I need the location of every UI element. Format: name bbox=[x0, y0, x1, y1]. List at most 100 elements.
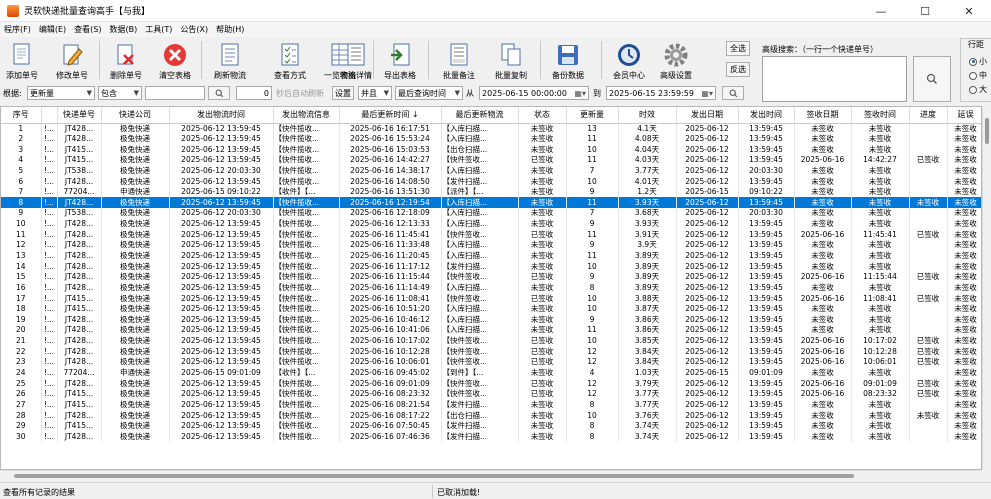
settings-button[interactable]: 设置 bbox=[332, 86, 354, 100]
row-height-large-radio[interactable]: 大 bbox=[969, 84, 987, 95]
table-row[interactable]: 16!... JT428... 极兔快递 2025-06-12 13:59:45 【快件… bbox=[1, 282, 981, 294]
table-cell: 2025-06-12 13:59:45 bbox=[169, 133, 274, 145]
table-row[interactable]: 27!... JT415... 极兔快递 2025-06-12 13:59:45 【快件… bbox=[1, 399, 981, 411]
filter-value-input[interactable] bbox=[145, 86, 205, 100]
table-row[interactable]: 13!... JT428... 极兔快递 2025-06-12 13:59:45 【快件… bbox=[1, 250, 981, 262]
table-row[interactable]: 9!... JT538... 极兔快递 2025-06-12 20:03:30 【快件揽… bbox=[1, 208, 981, 219]
column-header[interactable] bbox=[41, 107, 58, 124]
advanced-settings-button[interactable]: 高级设置 bbox=[656, 39, 696, 81]
table-row[interactable]: 4!... JT415... 极兔快递 2025-06-12 13:59:45 【快件揽… bbox=[1, 154, 981, 166]
table-cell: 2025-06-12 13:59:45 bbox=[169, 357, 274, 368]
maximize-button[interactable]: ☐ bbox=[903, 0, 947, 22]
clear-icon bbox=[164, 44, 186, 66]
table-cell: 08:23:32 bbox=[851, 389, 910, 400]
table-row[interactable]: 3!... JT415... 极兔快递 2025-06-12 13:59:45 【快件揽… bbox=[1, 144, 981, 155]
select-all-button[interactable]: 全选 bbox=[726, 41, 750, 56]
column-header[interactable]: 签收日期 bbox=[794, 107, 852, 124]
filter-operator-select[interactable]: 包含 ▼ bbox=[98, 86, 142, 100]
column-header[interactable]: 时效 bbox=[618, 107, 677, 124]
table-row[interactable]: 18!... JT415... 极兔快递 2025-06-12 13:59:45 【快件… bbox=[1, 303, 981, 315]
batch-copy-button[interactable]: 批量复制 bbox=[489, 39, 533, 81]
backup-data-button[interactable]: 备份数据 bbox=[546, 39, 590, 81]
table-cell: 13:59:45 bbox=[738, 325, 795, 336]
table-row[interactable]: 28!... JT428... 极兔快递 2025-06-12 13:59:45 【快件… bbox=[1, 410, 981, 421]
table-row[interactable]: 2!... JT428... 极兔快递 2025-06-12 13:59:45 【快件揽… bbox=[1, 133, 981, 145]
column-header[interactable]: 最后更新时间 ↓ bbox=[339, 107, 442, 124]
view-mode-button[interactable]: 查看方式 bbox=[268, 39, 312, 81]
table-row[interactable]: 21!... JT428... 极兔快递 2025-06-12 13:59:45 【快件… bbox=[1, 335, 981, 347]
advanced-search-label: 高级搜索：（一行一个快递单号） bbox=[762, 45, 878, 54]
table-cell: 20:03:30 bbox=[738, 165, 795, 177]
table-row[interactable]: 14!... JT428... 极兔快递 2025-06-12 13:59:45 【快件… bbox=[1, 261, 981, 272]
column-header[interactable]: 快递单号 bbox=[57, 107, 102, 124]
table-row[interactable]: 19!... JT428... 极兔快递 2025-06-12 13:59:45 【快件… bbox=[1, 314, 981, 326]
filter-field-select[interactable]: 更新量 ▼ bbox=[27, 86, 95, 100]
column-header[interactable]: 最后更新物流 bbox=[441, 107, 519, 124]
menu-tools[interactable]: 工具(T) bbox=[141, 24, 176, 35]
table-row[interactable]: 24!... 77204... 申通快递 2025-06-15 09:01:09 【收件… bbox=[1, 367, 981, 379]
member-center-button[interactable]: 会员中心 bbox=[609, 39, 649, 81]
table-row[interactable]: 1!... JT428... 极兔快递 2025-06-12 13:59:45 【快件揽… bbox=[1, 123, 981, 134]
column-header[interactable]: 签收时间 bbox=[851, 107, 910, 124]
menu-edit[interactable]: 编辑(E) bbox=[35, 24, 70, 35]
table-row[interactable]: 11!... JT428... 极兔快递 2025-06-12 13:59:45 【快件… bbox=[1, 229, 981, 241]
column-header[interactable]: 发出物流信息 bbox=[273, 107, 340, 124]
column-header[interactable]: 发出日期 bbox=[676, 107, 739, 124]
table-row[interactable]: 29!... JT415... 极兔快递 2025-06-12 13:59:45 【快件… bbox=[1, 420, 981, 432]
logistics-detail-button[interactable]: 物流详情 bbox=[334, 39, 378, 81]
row-height-medium-radio[interactable]: 中 bbox=[969, 70, 987, 81]
edit-number-button[interactable]: 修改单号 bbox=[53, 39, 91, 81]
table-row[interactable]: 30!... JT428... 极兔快递 2025-06-12 13:59:45 【快件… bbox=[1, 431, 981, 443]
batch-remark-button[interactable]: 批量备注 bbox=[437, 39, 481, 81]
clear-table-button[interactable]: 清空表格 bbox=[155, 39, 195, 81]
refresh-logistics-button[interactable]: 刷新物流 bbox=[208, 39, 252, 81]
column-header[interactable]: 状态 bbox=[518, 107, 567, 124]
vertical-scroll-thumb[interactable] bbox=[985, 118, 989, 144]
table-row[interactable]: 7!... 77204... 申通快递 2025-06-15 09:10:22 【收件】… bbox=[1, 186, 981, 198]
table-row[interactable]: 8!... JT428... 极兔快递 2025-06-12 13:59:45 【快件揽… bbox=[1, 197, 981, 209]
column-header[interactable]: 延误 bbox=[947, 107, 981, 124]
column-header[interactable]: 发出物流时间 bbox=[169, 107, 274, 124]
table-row[interactable]: 23!... JT428... 极兔快递 2025-06-12 13:59:45 【快件… bbox=[1, 357, 981, 368]
delete-number-button[interactable]: 删除单号 bbox=[107, 39, 145, 81]
column-header[interactable]: 序号 bbox=[1, 107, 42, 124]
table-cell: 未签收 bbox=[851, 367, 910, 379]
table-row[interactable]: 20!... JT428... 极兔快递 2025-06-12 13:59:45 【快件… bbox=[1, 325, 981, 336]
table-row[interactable]: 6!... JT428... 极兔快递 2025-06-12 13:59:45 【快件揽… bbox=[1, 176, 981, 187]
table-row[interactable]: 15!... JT428... 极兔快递 2025-06-12 13:59:45 【快件… bbox=[1, 271, 981, 283]
column-header[interactable]: 进度 bbox=[909, 107, 948, 124]
horizontal-scrollbar[interactable] bbox=[0, 470, 982, 480]
end-datetime-picker[interactable]: 2025-06-15 23:59:59 ▦▾ bbox=[606, 86, 716, 100]
menu-notice[interactable]: 公告(X) bbox=[176, 24, 212, 35]
menu-help[interactable]: 帮助(H) bbox=[212, 24, 248, 35]
table-row[interactable]: 26!... JT415... 极兔快递 2025-06-12 13:59:45 【快件… bbox=[1, 389, 981, 400]
filter-search-button[interactable] bbox=[208, 86, 230, 100]
join-select[interactable]: 并且 ▼ bbox=[358, 86, 392, 100]
table-cell: 3 bbox=[1, 144, 42, 155]
chevron-down-icon: ▼ bbox=[86, 89, 92, 97]
start-datetime-picker[interactable]: 2025-06-15 00:00:00 ▦▾ bbox=[479, 86, 589, 100]
table-row[interactable]: 10!... JT428... 极兔快递 2025-06-12 13:59:45 【快件… bbox=[1, 218, 981, 230]
column-header[interactable]: 发出时间 bbox=[738, 107, 795, 124]
column-header[interactable]: 更新量 bbox=[566, 107, 619, 124]
column-header[interactable]: 快递公司 bbox=[101, 107, 170, 124]
menu-view[interactable]: 查看(S) bbox=[70, 24, 105, 35]
table-row[interactable]: 12!... JT428... 极兔快递 2025-06-12 13:59:45 【快件… bbox=[1, 240, 981, 251]
row-height-small-radio[interactable]: 小 bbox=[969, 56, 987, 67]
vertical-scrollbar[interactable] bbox=[982, 106, 991, 470]
menu-data[interactable]: 数据(B) bbox=[105, 24, 141, 35]
table-row[interactable]: 5!... JT538... 极兔快递 2025-06-12 20:03:30 【快件揽… bbox=[1, 165, 981, 177]
auto-refresh-seconds-input[interactable]: 0 bbox=[236, 86, 272, 100]
invert-selection-button[interactable]: 反选 bbox=[726, 62, 750, 77]
table-row[interactable]: 17!... JT415... 极兔快递 2025-06-12 13:59:45 【快件… bbox=[1, 293, 981, 304]
table-row[interactable]: 22!... JT428... 极兔快递 2025-06-12 13:59:45 【快件… bbox=[1, 346, 981, 358]
date-search-button[interactable] bbox=[722, 86, 744, 100]
add-number-button[interactable]: 添加单号 bbox=[3, 39, 41, 81]
close-button[interactable]: ✕ bbox=[947, 0, 991, 22]
time-field-select[interactable]: 最后查询时间 ▼ bbox=[395, 86, 463, 100]
minimize-button[interactable]: — bbox=[859, 0, 903, 22]
menu-program[interactable]: 程序(F) bbox=[0, 24, 35, 35]
horizontal-scroll-thumb[interactable] bbox=[14, 474, 854, 478]
table-row[interactable]: 25!... JT428... 极兔快递 2025-06-12 13:59:45 【快件… bbox=[1, 378, 981, 390]
export-table-button[interactable]: 导出表格 bbox=[379, 39, 421, 81]
